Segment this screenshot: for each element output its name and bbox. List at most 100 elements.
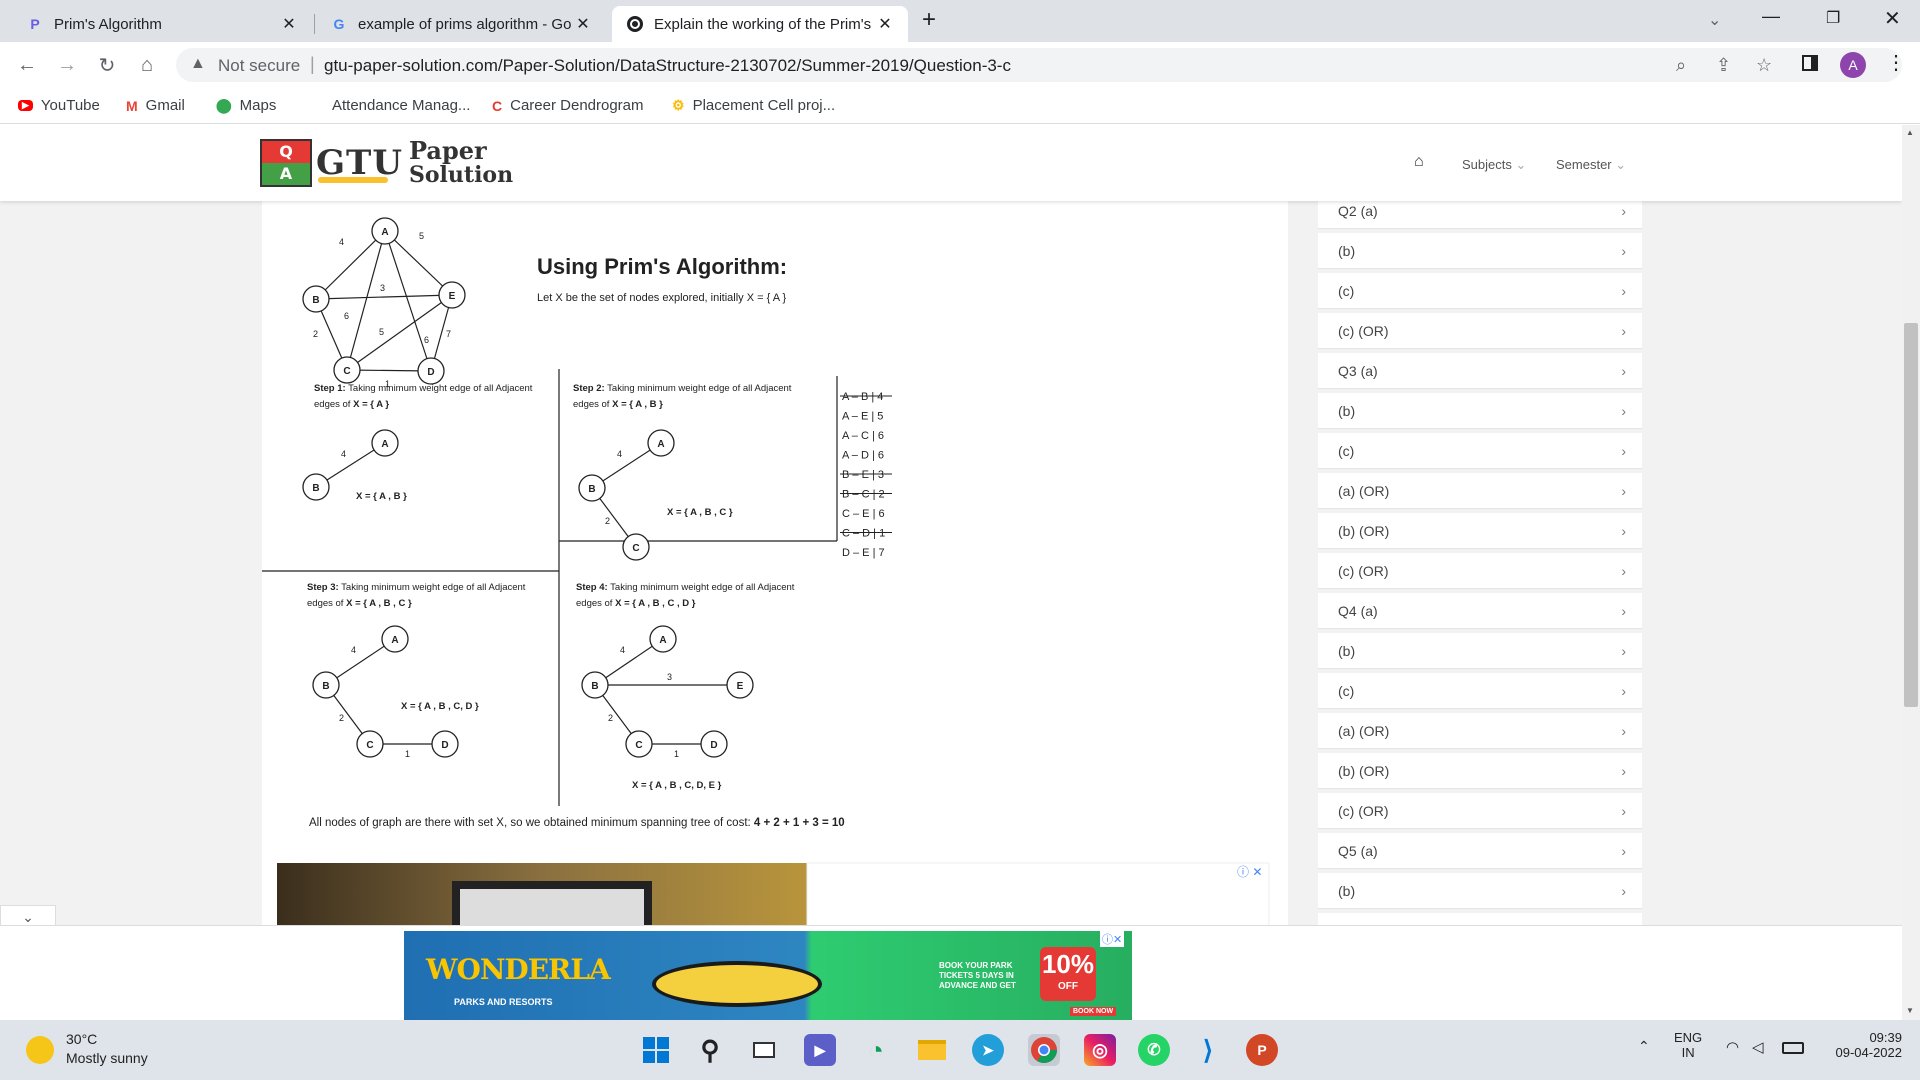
tab-google-search[interactable]: G example of prims algorithm - Go ✕ (316, 6, 606, 42)
logo-solution: Solution (409, 162, 514, 188)
youtube-icon: ▶ (18, 100, 33, 111)
sidebar-question-item[interactable]: (a) (OR) › (1318, 473, 1642, 509)
battery-icon[interactable] (1782, 1042, 1804, 1054)
scroll-up-icon[interactable]: ▲ (1906, 128, 1914, 137)
zoom-icon[interactable]: ⌕ (1676, 55, 1686, 76)
home-icon[interactable]: ⌂ (132, 50, 162, 80)
clock[interactable]: 09:39 09-04-2022 (1822, 1030, 1903, 1060)
ad-offer: BOOK YOUR PARK TICKETS 5 DAYS IN ADVANCE… (939, 961, 1016, 990)
tab-strip: P Prim's Algorithm ✕ G example of prims … (0, 0, 1920, 42)
tray-chevron-icon[interactable]: ⌃ (1638, 1038, 1650, 1055)
weight-ce: 5 (379, 327, 384, 337)
sidebar-question-item[interactable]: (b) › (1318, 873, 1642, 909)
step4-edges: edges of X = { A , B , C , D } (576, 598, 696, 609)
bookmark-attendance[interactable]: Attendance Manag... (332, 97, 470, 114)
wonderla-ad[interactable]: WONDERLA PARKS AND RESORTS BOOK YOUR PAR… (404, 931, 1132, 1021)
sidebar-question-item[interactable]: (c) (OR) › (1318, 313, 1642, 349)
minimize-icon[interactable]: — (1762, 6, 1780, 27)
bookmark-maps[interactable]: ⬤ Maps (216, 97, 276, 114)
weather-temp[interactable]: 30°C (66, 1031, 97, 1047)
url-text[interactable]: gtu-paper-solution.com/Paper-Solution/Da… (324, 56, 1011, 76)
svg-text:C: C (635, 740, 642, 751)
not-secure-label[interactable]: Not secure (218, 56, 300, 76)
share-icon[interactable]: ⇪ (1716, 55, 1731, 76)
address-bar[interactable]: ▲ Not secure | gtu-paper-solution.com/Pa… (176, 48, 1902, 82)
bookmark-gmail[interactable]: M Gmail (126, 97, 185, 114)
bookmark-label: Attendance Manag... (332, 97, 471, 114)
forward-icon[interactable]: → (52, 50, 82, 80)
home-icon[interactable]: ⌂ (1414, 153, 1424, 171)
vscode-icon[interactable]: ⟩ (1192, 1034, 1224, 1066)
sidebar-question-item[interactable]: Q4 (a) › (1318, 593, 1642, 629)
sidebar-item-label: Q5 (a) (1338, 842, 1378, 859)
chrome-icon[interactable] (1028, 1034, 1060, 1066)
wifi-icon[interactable]: ◠ (1726, 1038, 1739, 1056)
volume-icon[interactable]: ◁ (1752, 1038, 1764, 1056)
windows-start-icon[interactable] (640, 1034, 672, 1066)
svg-text:A: A (391, 635, 398, 646)
sidebar-question-item[interactable]: (b) › (1318, 393, 1642, 429)
nav-semester[interactable]: Semester ⌄ (1556, 157, 1626, 173)
powerpoint-icon[interactable]: P (1246, 1034, 1278, 1066)
sidebar-question-item[interactable]: Q3 (a) › (1318, 353, 1642, 389)
sidebar-question-item[interactable]: (c) (OR) › (1318, 793, 1642, 829)
bookmark-star-icon[interactable]: ☆ (1756, 55, 1772, 76)
bookmark-placement[interactable]: ⚙ Placement Cell proj... (672, 97, 835, 114)
close-tab-icon[interactable]: ✕ (574, 14, 592, 34)
sidebar-question-item[interactable]: (c) › (1318, 273, 1642, 309)
reload-icon[interactable]: ↻ (92, 50, 122, 80)
restore-icon[interactable]: ❐ (1826, 8, 1840, 28)
task-view-icon[interactable] (748, 1034, 780, 1066)
whatsapp-icon[interactable]: ✆ (1138, 1034, 1170, 1066)
time-label: 09:39 (1869, 1030, 1902, 1045)
sidebar-question-item[interactable]: Q5 (a) › (1318, 833, 1642, 869)
scroll-down-icon[interactable]: ▼ (1906, 1006, 1914, 1015)
chevron-right-icon: › (1621, 242, 1626, 259)
sidebar-question-item[interactable]: (c) (OR) › (1318, 553, 1642, 589)
nav-subjects[interactable]: Subjects ⌄ (1462, 157, 1526, 173)
tab-prims-algorithm[interactable]: P Prim's Algorithm ✕ (12, 6, 312, 42)
sidebar-question-item[interactable]: (c) › (1318, 433, 1642, 469)
bookmark-label: Maps (239, 97, 277, 114)
chevron-right-icon: › (1621, 602, 1626, 619)
sidebar-question-item[interactable]: (b) (OR) › (1318, 513, 1642, 549)
edge-list-item: A – D | 6 (842, 450, 884, 462)
instagram-icon[interactable]: ◎ (1084, 1034, 1116, 1066)
tab-search-icon[interactable]: ⌄ (1708, 10, 1721, 30)
menu-kebab-icon[interactable]: ⋮ (1886, 50, 1906, 75)
sidebar-question-item[interactable]: (b) (OR) › (1318, 753, 1642, 789)
bookmark-youtube[interactable]: ▶ YouTube (18, 97, 100, 114)
sidebar-item-label: (b) (OR) (1338, 522, 1390, 539)
search-icon[interactable]: ⚲ (694, 1034, 726, 1066)
sidebar-question-item[interactable]: (b) › (1318, 233, 1642, 269)
chevron-right-icon: › (1621, 562, 1626, 579)
svg-text:2: 2 (339, 713, 344, 723)
teams-icon[interactable]: ▶ (804, 1034, 836, 1066)
step1-edges: edges of X = { A } (314, 399, 389, 410)
tab-explain-prims[interactable]: Explain the working of the Prim's ✕ (612, 6, 908, 42)
prims-solution-figure: A B E C D 4 5 3 6 2 5 6 7 1 Using Prim's… (242, 217, 1270, 1020)
close-tab-icon[interactable]: ✕ (280, 14, 298, 34)
file-explorer-icon[interactable] (916, 1034, 948, 1066)
telegram-icon[interactable]: ➤ (972, 1034, 1004, 1066)
ad-cta-button[interactable]: BOOK NOW (1070, 1007, 1117, 1016)
sidebar-question-item[interactable]: (c) › (1318, 673, 1642, 709)
weather-sun-icon[interactable] (26, 1036, 54, 1064)
chevron-right-icon: › (1621, 682, 1626, 699)
edge-icon[interactable]: ◔ (860, 1034, 892, 1066)
close-tab-icon[interactable]: ✕ (876, 14, 894, 34)
weather-desc[interactable]: Mostly sunny (66, 1050, 148, 1066)
sidebar-item-label: Q2 (a) (1338, 202, 1378, 219)
sidebar-question-item[interactable]: (a) (OR) › (1318, 713, 1642, 749)
language-indicator[interactable]: ENG IN (1674, 1030, 1702, 1060)
back-icon[interactable]: ← (12, 50, 42, 80)
profile-avatar[interactable]: A (1840, 52, 1866, 78)
new-tab-icon[interactable]: + (922, 6, 936, 34)
sidepanel-icon[interactable] (1802, 55, 1818, 71)
ad-close-icon[interactable]: ⓘ✕ (1100, 931, 1125, 947)
close-window-icon[interactable]: ✕ (1884, 6, 1901, 31)
svg-text:C: C (366, 740, 373, 751)
bookmark-career[interactable]: C Career Dendrogram (492, 97, 644, 114)
sidebar-question-item[interactable]: (b) › (1318, 633, 1642, 669)
scrollbar-thumb[interactable] (1904, 323, 1918, 707)
